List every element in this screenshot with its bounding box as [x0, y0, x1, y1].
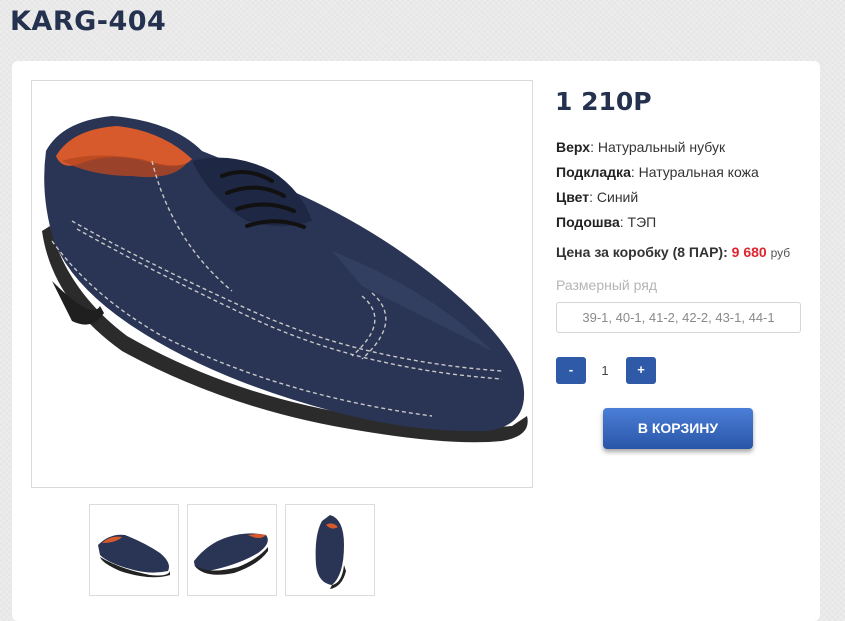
spec-label: Верх [556, 139, 591, 155]
spec-value: : Натуральный нубук [590, 139, 726, 155]
product-price: 1 210Р [555, 87, 652, 116]
product-card: 1 210Р Верх: Натуральный нубук Подкладка… [12, 61, 820, 621]
main-product-image[interactable] [31, 80, 533, 488]
quantity-plus-button[interactable]: + [626, 357, 656, 384]
spec-label: Цвет [556, 189, 590, 205]
spec-value: : Натуральная кожа [630, 164, 759, 180]
box-price-amount: 9 680 [731, 244, 767, 260]
box-price: Цена за коробку (8 ПАР): 9 680 руб [556, 244, 790, 260]
thumbnail-1[interactable] [89, 504, 179, 596]
spec-sole: Подошва: ТЭП [556, 214, 656, 230]
spec-label: Подкладка [556, 164, 631, 180]
box-price-currency: руб [770, 246, 791, 260]
spec-color: Цвет: Синий [556, 189, 638, 205]
thumbnail-3[interactable] [285, 504, 375, 596]
shoe-thumbnail-icon [194, 533, 268, 575]
spec-value: : ТЭП [619, 214, 657, 230]
thumbnail-2[interactable] [187, 504, 277, 596]
shoe-thumbnail-icon [315, 515, 346, 589]
shoe-thumbnail-icon [98, 534, 170, 578]
spec-value: : Синий [589, 189, 639, 205]
size-range-field[interactable]: 39-1, 40-1, 41-2, 42-2, 43-1, 44-1 [556, 302, 801, 333]
quantity-minus-button[interactable]: - [556, 357, 586, 384]
shoe-image [42, 116, 528, 443]
add-to-cart-button[interactable]: В КОРЗИНУ [603, 408, 753, 449]
box-price-label: Цена за коробку (8 ПАР): [556, 244, 728, 260]
size-range-label: Размерный ряд [556, 277, 658, 293]
product-title: KARG-404 [10, 6, 167, 37]
spec-label: Подошва [556, 214, 620, 230]
spec-upper: Верх: Натуральный нубук [556, 139, 725, 155]
spec-lining: Подкладка: Натуральная кожа [556, 164, 759, 180]
quantity-input[interactable]: 1 [598, 357, 612, 384]
